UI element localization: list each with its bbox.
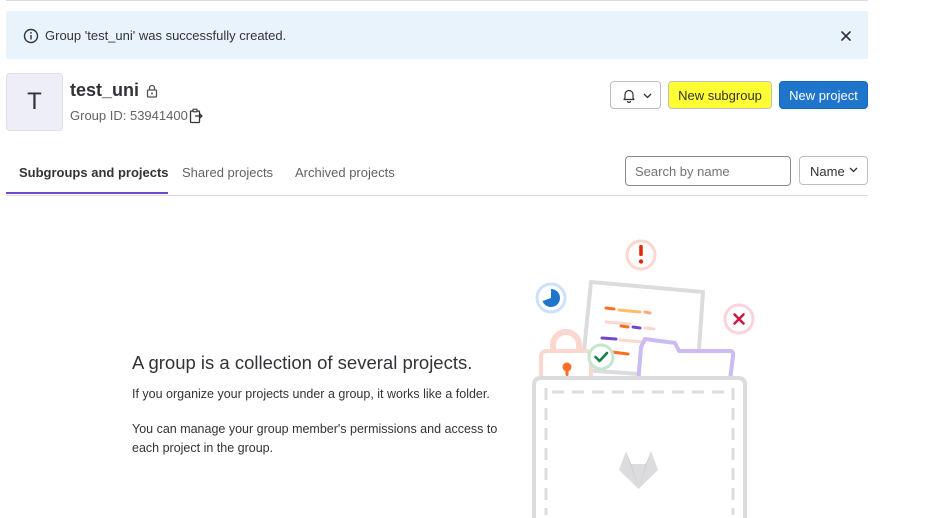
chevron-down-icon	[849, 167, 858, 173]
search-input[interactable]	[625, 156, 791, 186]
empty-state-title: A group is a collection of several proje…	[132, 352, 473, 373]
tabs-divider	[6, 195, 868, 196]
empty-state-description: If you organize your projects under a gr…	[132, 387, 490, 401]
empty-state-description-2: You can manage your group member's permi…	[132, 422, 498, 455]
copy-icon[interactable]	[189, 108, 203, 124]
new-project-button[interactable]: New project	[779, 81, 868, 109]
chevron-down-icon	[643, 93, 652, 99]
tab-archived-projects[interactable]: Archived projects	[295, 165, 395, 180]
new-subgroup-label: New subgroup	[678, 87, 762, 103]
info-icon	[23, 28, 39, 44]
sort-dropdown[interactable]: Name	[799, 156, 868, 185]
sort-label: Name	[810, 164, 845, 179]
group-avatar: T	[6, 73, 63, 131]
bell-icon	[623, 89, 635, 103]
group-title: test_uni	[70, 80, 140, 100]
avatar-letter: T	[27, 88, 42, 115]
new-project-label: New project	[789, 87, 858, 103]
tab-subgroups-and-projects[interactable]: Subgroups and projects	[19, 165, 169, 180]
success-alert: Group 'test_uni' was successfully create…	[6, 11, 868, 59]
new-subgroup-button[interactable]: New subgroup	[668, 81, 772, 109]
close-icon[interactable]	[838, 28, 854, 44]
empty-group-illustration	[532, 239, 755, 518]
notifications-dropdown[interactable]	[610, 81, 661, 109]
group-id: Group ID: 53941400	[70, 108, 188, 123]
alert-message: Group 'test_uni' was successfully create…	[45, 28, 287, 43]
active-tab-indicator	[6, 192, 168, 194]
top-divider	[6, 0, 868, 1]
tab-shared-projects[interactable]: Shared projects	[182, 165, 273, 180]
lock-icon	[146, 84, 158, 98]
